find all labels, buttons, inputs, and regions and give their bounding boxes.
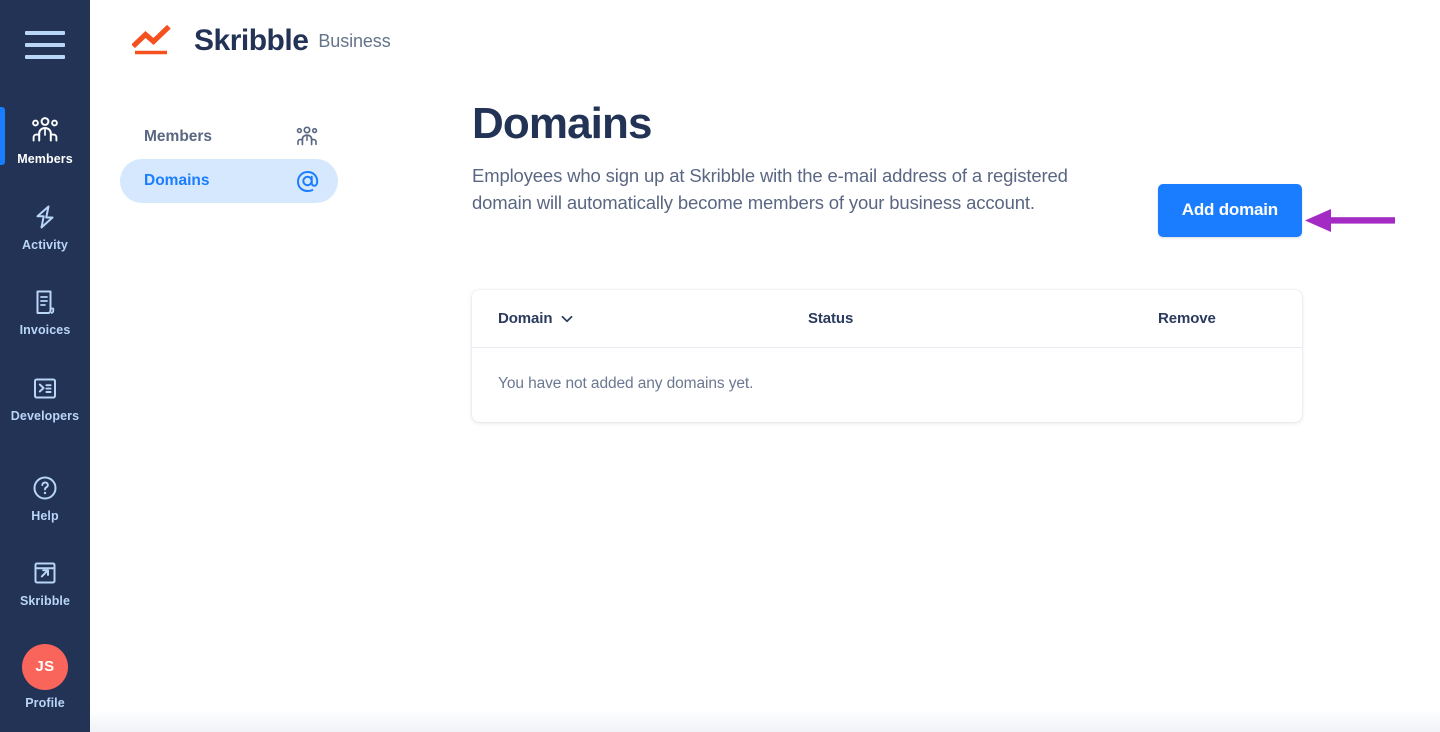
page-header-text: Domains Employees who sign up at Skribbl… <box>472 99 1072 216</box>
subnav-item-label: Members <box>144 128 213 145</box>
document-lines-icon <box>30 287 60 317</box>
sidebar-item-label: Profile <box>25 695 65 710</box>
sidebar-item-developers[interactable]: Developers <box>0 362 90 432</box>
page-header-row: Domains Employees who sign up at Skribbl… <box>472 99 1440 237</box>
brand-suffix: Business <box>318 30 391 51</box>
bottom-shadow <box>90 710 1440 732</box>
sidebar-item-label: Activity <box>22 237 68 252</box>
page-actions: Add domain <box>1157 100 1440 237</box>
sidebar-item-label: Invoices <box>19 323 71 337</box>
add-domain-button[interactable]: Add domain <box>1157 184 1302 237</box>
domains-table-card: Domain Status Remove You have not added … <box>472 290 1302 422</box>
table-column-label: Domain <box>498 310 553 327</box>
sidebar-item-help[interactable]: Help <box>0 462 90 532</box>
subnav-item-domains[interactable]: Domains <box>120 159 338 203</box>
lightning-bolt-icon <box>30 202 60 232</box>
sidebar-bottom-items: Help Skribble JS Profile <box>0 462 90 732</box>
table-column-remove: Remove <box>1158 310 1216 327</box>
table-empty-message: You have not added any domains yet. <box>498 375 754 392</box>
header: Skribble Business <box>90 0 1440 90</box>
sidebar-item-profile[interactable]: JS Profile <box>0 633 90 719</box>
sidebar-item-invoices[interactable]: Invoices <box>0 276 90 346</box>
sidebar-item-label: Members <box>17 152 73 166</box>
hamburger-menu-button[interactable] <box>25 31 65 59</box>
hamburger-bar <box>25 43 65 47</box>
question-circle-icon <box>30 473 60 503</box>
hamburger-bar <box>25 31 65 35</box>
app-root: Members Activity Invoices Developers Hel… <box>0 0 1440 732</box>
sidebar-main-items: Members Activity Invoices Developers <box>0 105 90 431</box>
external-link-icon <box>30 558 60 588</box>
table-body: You have not added any domains yet. <box>472 348 1302 422</box>
avatar: JS <box>22 643 68 690</box>
subnav-item-members[interactable]: Members <box>120 115 338 159</box>
hamburger-bar <box>25 55 65 59</box>
terminal-icon <box>30 373 60 403</box>
sidebar-item-label: Skribble <box>19 594 71 608</box>
page-title: Domains <box>472 99 652 148</box>
main-area: Skribble Business Members Domains Domain… <box>90 0 1440 732</box>
content-panel: Domains Employees who sign up at Skribbl… <box>472 90 1440 422</box>
secondary-sidebar: Members Domains <box>120 90 472 422</box>
sidebar-item-label: Developers <box>10 408 80 423</box>
sidebar-item-activity[interactable]: Activity <box>0 191 90 261</box>
primary-sidebar: Members Activity Invoices Developers Hel… <box>0 0 90 732</box>
skribble-chart-logo-icon <box>131 24 184 57</box>
brand-logo[interactable]: Skribble Business <box>131 24 1440 58</box>
chevron-down-icon[interactable] <box>561 310 573 327</box>
people-group-icon <box>294 124 320 150</box>
body-columns: Members Domains Domains Employees who si… <box>90 90 1440 422</box>
sidebar-item-members[interactable]: Members <box>0 105 90 175</box>
sidebar-item-skribble[interactable]: Skribble <box>0 547 90 617</box>
at-sign-icon <box>294 168 320 194</box>
avatar-initials: JS <box>35 658 55 675</box>
table-header-row: Domain Status Remove <box>472 290 1302 348</box>
table-column-domain[interactable]: Domain <box>498 310 808 327</box>
brand-name: Skribble <box>194 24 309 57</box>
page-description: Employees who sign up at Skribble with t… <box>472 165 1068 214</box>
people-group-icon <box>29 116 61 146</box>
table-column-status: Status <box>808 310 854 327</box>
sidebar-item-label: Help <box>31 508 59 523</box>
subnav-item-label: Domains <box>144 172 210 189</box>
